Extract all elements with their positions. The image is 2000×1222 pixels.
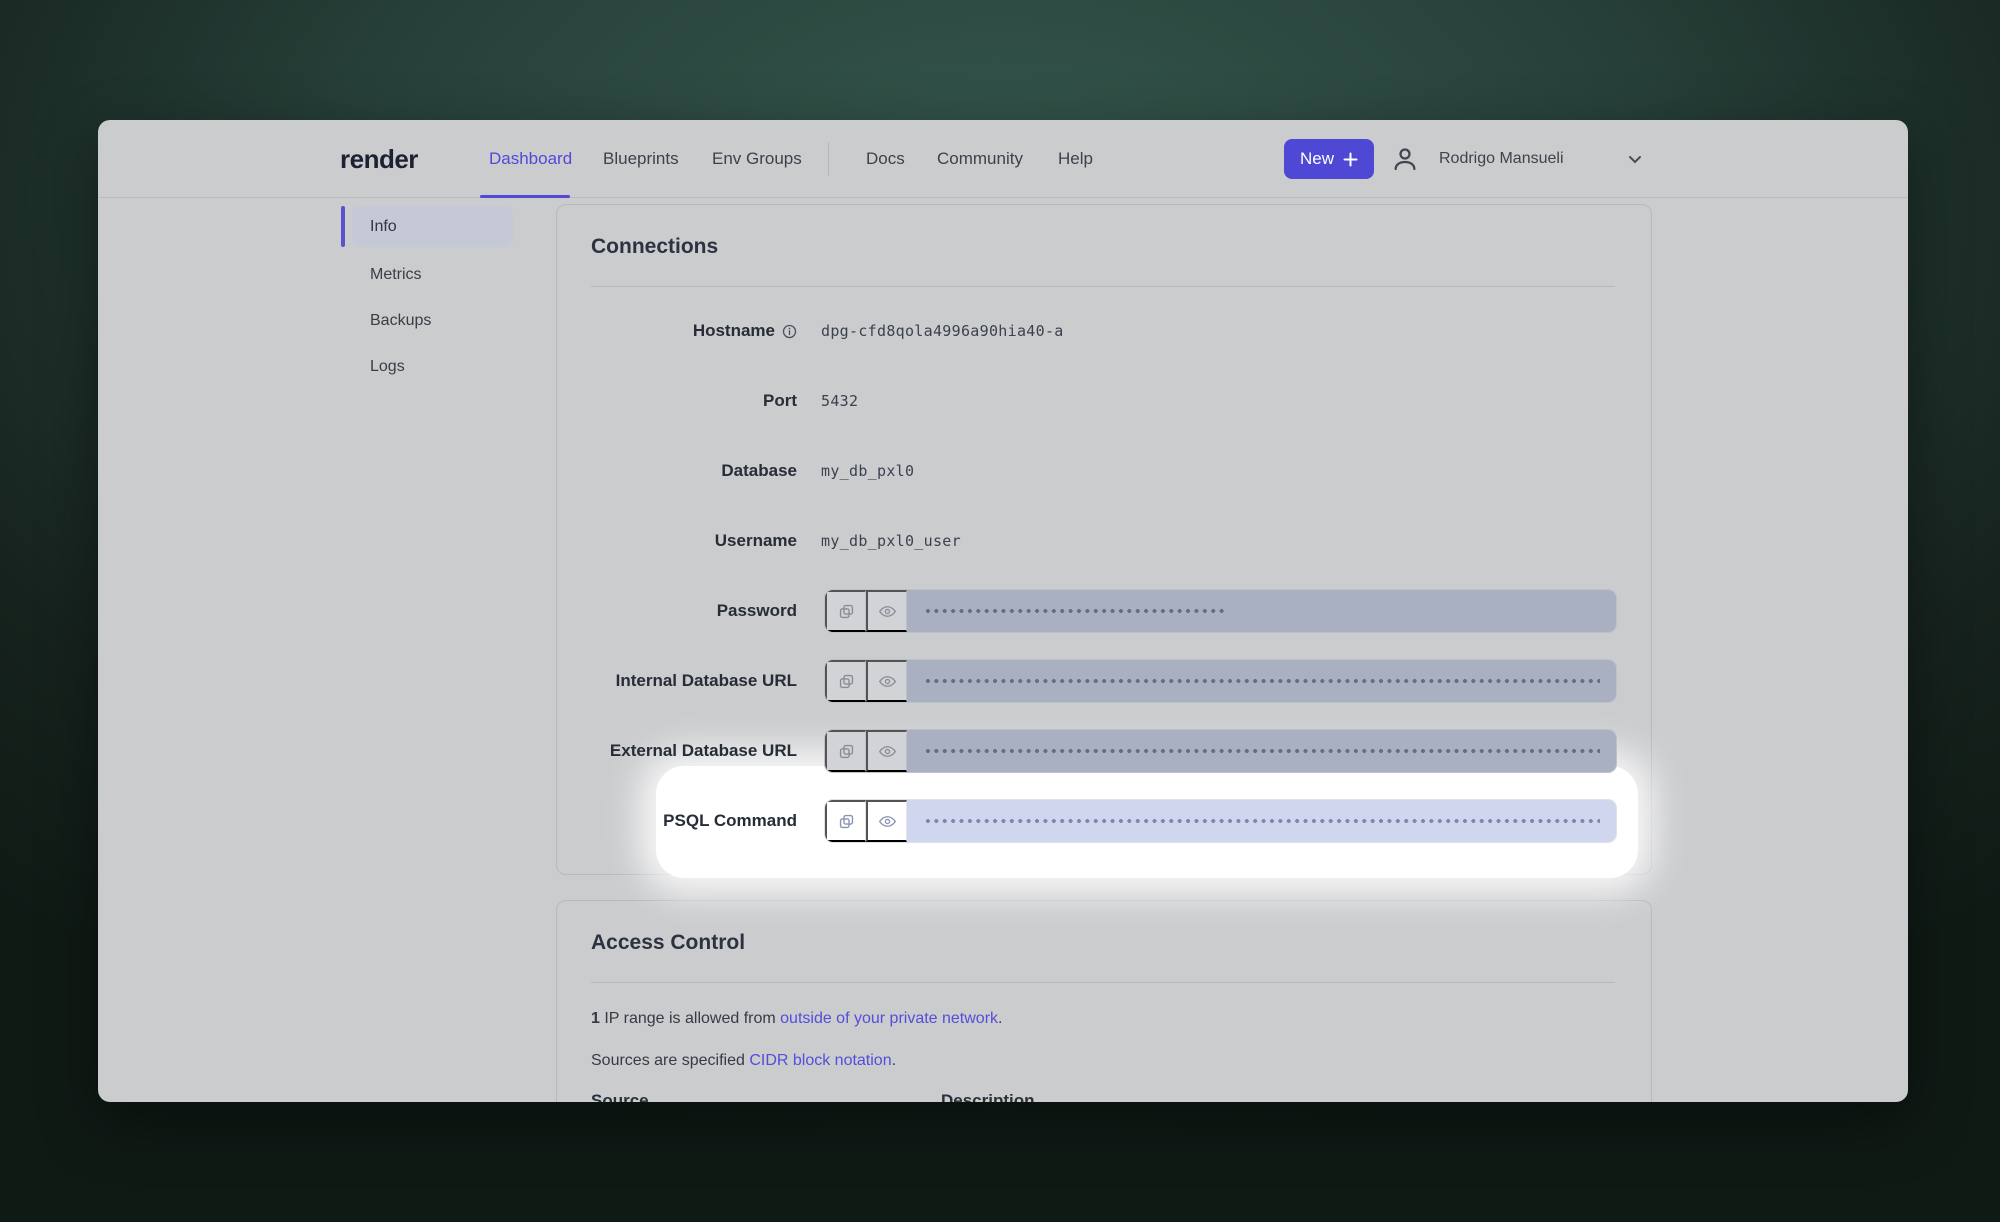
source-column-header: Source <box>591 1091 649 1102</box>
internal-database-url-label: Internal Database URL <box>557 671 797 691</box>
reveal-button[interactable] <box>866 800 907 842</box>
psql-command-field <box>824 799 1617 843</box>
nav-item-blueprints[interactable]: Blueprints <box>603 120 679 198</box>
masked-dots <box>924 659 1600 703</box>
reveal-button[interactable] <box>866 590 907 632</box>
ip-range-text: 1 IP range is allowed from outside of yo… <box>591 1010 1002 1028</box>
database-row: Database my_db_pxl0 <box>557 436 1651 506</box>
copy-button[interactable] <box>825 590 866 632</box>
nav-item-help[interactable]: Help <box>1058 120 1093 198</box>
chevron-down-icon[interactable] <box>1626 151 1644 167</box>
user-name[interactable]: Rodrigo Mansueli <box>1439 120 1564 198</box>
copy-button[interactable] <box>825 800 866 842</box>
external-url-masked-value[interactable] <box>907 730 1616 772</box>
nav-divider <box>828 142 829 176</box>
psql-masked-value[interactable] <box>907 800 1616 842</box>
database-value: my_db_pxl0 <box>821 462 914 480</box>
nav-item-dashboard[interactable]: Dashboard <box>489 120 572 198</box>
copy-button[interactable] <box>825 660 866 702</box>
password-masked-value[interactable] <box>907 590 1616 632</box>
internal-url-masked-value[interactable] <box>907 660 1616 702</box>
reveal-button[interactable] <box>866 660 907 702</box>
cidr-notation-link[interactable]: CIDR block notation <box>749 1052 891 1069</box>
username-value: my_db_pxl0_user <box>821 532 961 550</box>
masked-dots <box>924 589 1224 633</box>
sidebar-item-info[interactable]: Info <box>352 206 513 247</box>
access-control-panel: Access Control 1 IP range is allowed fro… <box>556 900 1652 1102</box>
new-button[interactable]: New <box>1284 139 1374 179</box>
internal-database-url-row: Internal Database URL <box>557 646 1651 716</box>
nav-item-community[interactable]: Community <box>937 120 1023 198</box>
masked-dots <box>924 799 1600 843</box>
psql-command-label: PSQL Command <box>557 811 797 831</box>
new-button-label: New <box>1300 149 1334 169</box>
private-network-link[interactable]: outside of your private network <box>780 1010 998 1027</box>
dashboard-window: render Dashboard Blueprints Env Groups D… <box>98 120 1908 1102</box>
nav-item-env-groups[interactable]: Env Groups <box>712 120 802 198</box>
copy-button[interactable] <box>825 730 866 772</box>
port-row: Port 5432 <box>557 366 1651 436</box>
section-divider <box>591 982 1615 983</box>
info-icon[interactable] <box>782 324 797 339</box>
psql-command-row: PSQL Command <box>557 786 1651 856</box>
database-label: Database <box>557 461 797 481</box>
password-row: Password <box>557 576 1651 646</box>
access-control-title: Access Control <box>591 931 745 955</box>
top-navigation: render Dashboard Blueprints Env Groups D… <box>98 120 1908 198</box>
sources-text: Sources are specified CIDR block notatio… <box>591 1052 896 1070</box>
hostname-row: Hostname dpg-cfd8qola4996a90hia40-a <box>557 296 1651 366</box>
sidebar-item-logs[interactable]: Logs <box>352 346 513 387</box>
reveal-button[interactable] <box>866 730 907 772</box>
username-row: Username my_db_pxl0_user <box>557 506 1651 576</box>
username-label: Username <box>557 531 797 551</box>
sidebar-active-indicator <box>341 206 345 247</box>
masked-dots <box>924 729 1600 773</box>
sidebar-item-metrics[interactable]: Metrics <box>352 254 513 295</box>
external-database-url-label: External Database URL <box>557 741 797 761</box>
nav-item-docs[interactable]: Docs <box>866 120 905 198</box>
sidebar-item-backups[interactable]: Backups <box>352 300 513 341</box>
plus-icon <box>1343 152 1358 167</box>
avatar[interactable] <box>1383 137 1427 181</box>
connections-panel: Connections Hostname dpg-cfd8qola4996a90… <box>556 204 1652 875</box>
connections-title: Connections <box>591 235 718 259</box>
password-label: Password <box>557 601 797 621</box>
active-tab-underline <box>480 195 570 198</box>
port-value: 5432 <box>821 392 858 410</box>
external-database-url-field <box>824 729 1617 773</box>
password-field <box>824 589 1617 633</box>
hostname-value: dpg-cfd8qola4996a90hia40-a <box>821 322 1064 340</box>
description-column-header: Description <box>941 1091 1035 1102</box>
internal-database-url-field <box>824 659 1617 703</box>
external-database-url-row: External Database URL <box>557 716 1651 786</box>
render-logo: render <box>340 120 418 198</box>
port-label: Port <box>557 391 797 411</box>
connection-rows: Hostname dpg-cfd8qola4996a90hia40-a Port… <box>557 296 1651 856</box>
section-divider <box>591 286 1615 287</box>
user-icon <box>1390 144 1420 174</box>
hostname-label: Hostname <box>557 321 797 341</box>
